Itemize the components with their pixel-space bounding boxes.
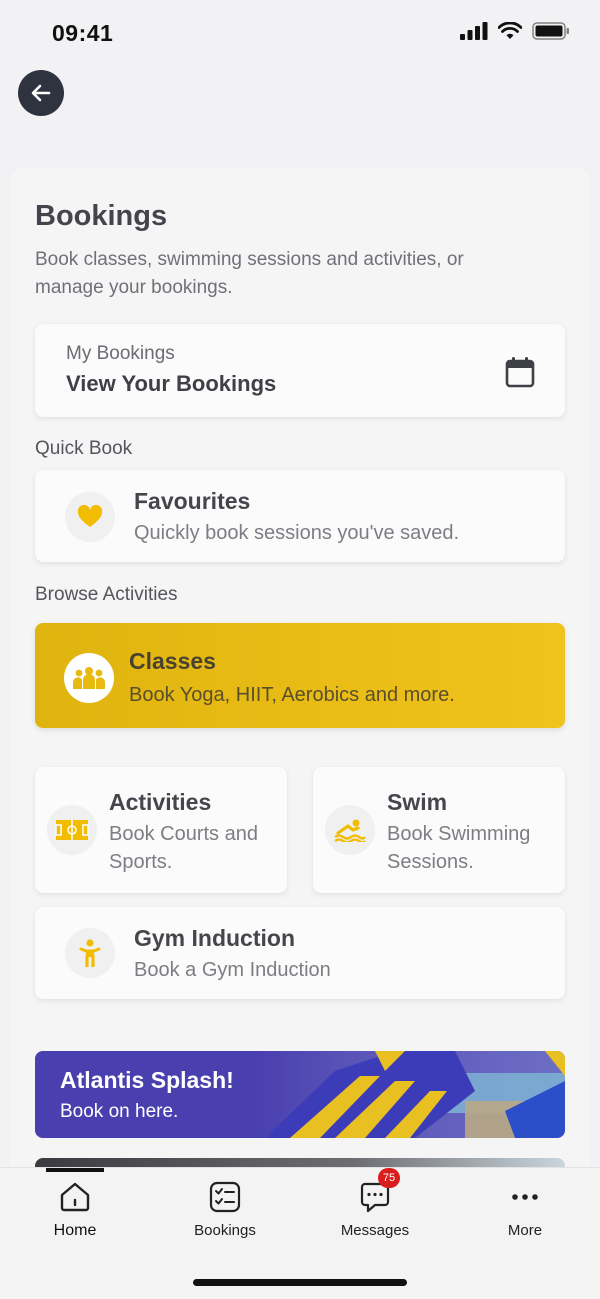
gym-induction-title: Gym Induction — [134, 925, 295, 951]
my-bookings-card[interactable]: My Bookings View Your Bookings — [35, 324, 565, 417]
promo-title: Atlantis Splash! — [60, 1067, 234, 1093]
status-bar: 09:41 — [0, 0, 600, 64]
person-icon — [79, 939, 101, 967]
tab-messages-icon-wrap: 75 — [358, 1168, 400, 1214]
back-button[interactable] — [18, 70, 64, 116]
swim-icon-circle — [325, 805, 375, 855]
classes-icon-circle — [64, 653, 114, 703]
tab-messages-label: Messages — [340, 1222, 410, 1239]
gym-induction-icon-circle — [65, 928, 115, 978]
tab-messages[interactable]: 75 Messages — [300, 1168, 450, 1248]
swim-subtitle: Book Swimming Sessions. — [387, 823, 531, 873]
home-indicator — [193, 1279, 407, 1286]
favourites-card[interactable]: Favourites Quickly book sessions you've … — [35, 470, 565, 562]
tab-more-icon-wrap — [510, 1180, 540, 1214]
activities-card[interactable]: Activities Book Courts and Sports. — [35, 767, 287, 893]
tab-bookings-label: Bookings — [194, 1222, 256, 1239]
tab-home-icon-wrap — [58, 1180, 92, 1214]
page-title: Bookings — [35, 200, 168, 232]
favourites-title: Favourites — [134, 488, 251, 514]
home-icon — [60, 1182, 90, 1212]
heart-icon — [77, 505, 103, 527]
wifi-icon — [498, 22, 522, 39]
status-time: 09:41 — [52, 20, 114, 46]
more-icon — [512, 1194, 538, 1200]
classes-subtitle: Book Yoga, HIIT, Aerobics and more. — [129, 684, 455, 706]
atlantis-splash-banner[interactable]: Atlantis Splash! Book on here. — [35, 1051, 565, 1138]
classes-title: Classes — [129, 648, 216, 674]
promo-subtitle: Book on here. — [60, 1101, 179, 1122]
tab-home-label: Home — [53, 1222, 97, 1239]
activities-icon-circle — [47, 805, 97, 855]
favourites-icon-circle — [65, 492, 115, 542]
inflatable-pool-image — [35, 1051, 565, 1138]
group-icon — [73, 667, 105, 689]
signal-icon — [460, 22, 488, 40]
swim-card[interactable]: Swim Book Swimming Sessions. — [313, 767, 565, 893]
tab-home[interactable]: Home — [0, 1168, 150, 1248]
gym-induction-card[interactable]: Gym Induction Book a Gym Induction — [35, 907, 565, 999]
classes-card[interactable]: Classes Book Yoga, HIIT, Aerobics and mo… — [35, 623, 565, 728]
page-subtitle: Book classes, swimming sessions and acti… — [35, 249, 464, 298]
status-icons — [460, 22, 570, 40]
calendar-icon — [505, 357, 535, 388]
my-bookings-title: View Your Bookings — [66, 371, 277, 396]
checklist-icon — [209, 1181, 241, 1213]
messages-badge: 75 — [378, 1168, 400, 1188]
arrow-left-icon — [31, 84, 51, 102]
activities-title: Activities — [109, 789, 212, 815]
favourites-subtitle: Quickly book sessions you've saved. — [134, 522, 460, 544]
tab-more-label: More — [507, 1222, 543, 1239]
gym-induction-subtitle: Book a Gym Induction — [134, 959, 331, 981]
swim-icon — [334, 819, 366, 842]
tab-bookings-icon-wrap — [208, 1180, 242, 1214]
my-bookings-label: My Bookings — [66, 343, 175, 364]
quick-book-label: Quick Book — [35, 438, 133, 459]
swim-title: Swim — [387, 789, 448, 815]
court-icon — [55, 820, 89, 840]
tab-bookings[interactable]: Bookings — [150, 1168, 300, 1248]
browse-activities-label: Browse Activities — [35, 584, 178, 605]
battery-icon — [532, 22, 569, 40]
activities-subtitle: Book Courts and Sports. — [109, 823, 258, 873]
tab-more[interactable]: More — [450, 1168, 600, 1248]
